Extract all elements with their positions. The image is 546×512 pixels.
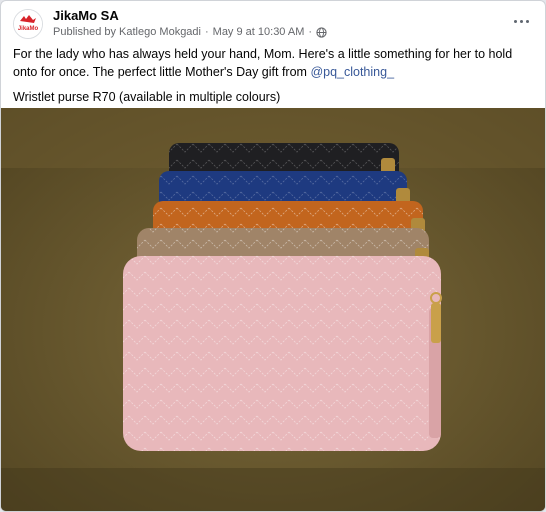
avatar-logo-text: JikaMo: [18, 26, 39, 32]
post-timestamp[interactable]: May 9 at 10:30 AM: [213, 26, 305, 38]
meta-separator-2: ·: [308, 26, 313, 38]
caption-paragraph-2: Wristlet purse R70 (available in multipl…: [13, 90, 281, 104]
more-options-icon[interactable]: [509, 11, 533, 31]
caption-paragraph-1: For the lady who has always held your ha…: [13, 45, 533, 81]
purse-photo-illustration: [1, 108, 545, 511]
post-card: JikaMo JikaMo SA Published by Katlego Mo…: [0, 0, 546, 512]
post-caption: For the lady who has always held your ha…: [13, 45, 533, 113]
mention-link[interactable]: @pq_clothing_: [310, 65, 394, 79]
published-by[interactable]: Published by Katlego Mokgadi: [53, 26, 201, 38]
post-header: JikaMo JikaMo SA Published by Katlego Mo…: [1, 1, 545, 45]
meta-separator: ·: [204, 26, 209, 38]
page-name[interactable]: JikaMo SA: [53, 8, 119, 23]
globe-icon: [316, 26, 327, 38]
caption-text: For the lady who has always held your ha…: [13, 47, 513, 79]
post-photo[interactable]: [1, 108, 545, 511]
post-meta: Published by Katlego Mokgadi · May 9 at …: [53, 26, 327, 38]
page-avatar[interactable]: JikaMo: [13, 9, 43, 39]
pink-purse: [123, 256, 442, 451]
